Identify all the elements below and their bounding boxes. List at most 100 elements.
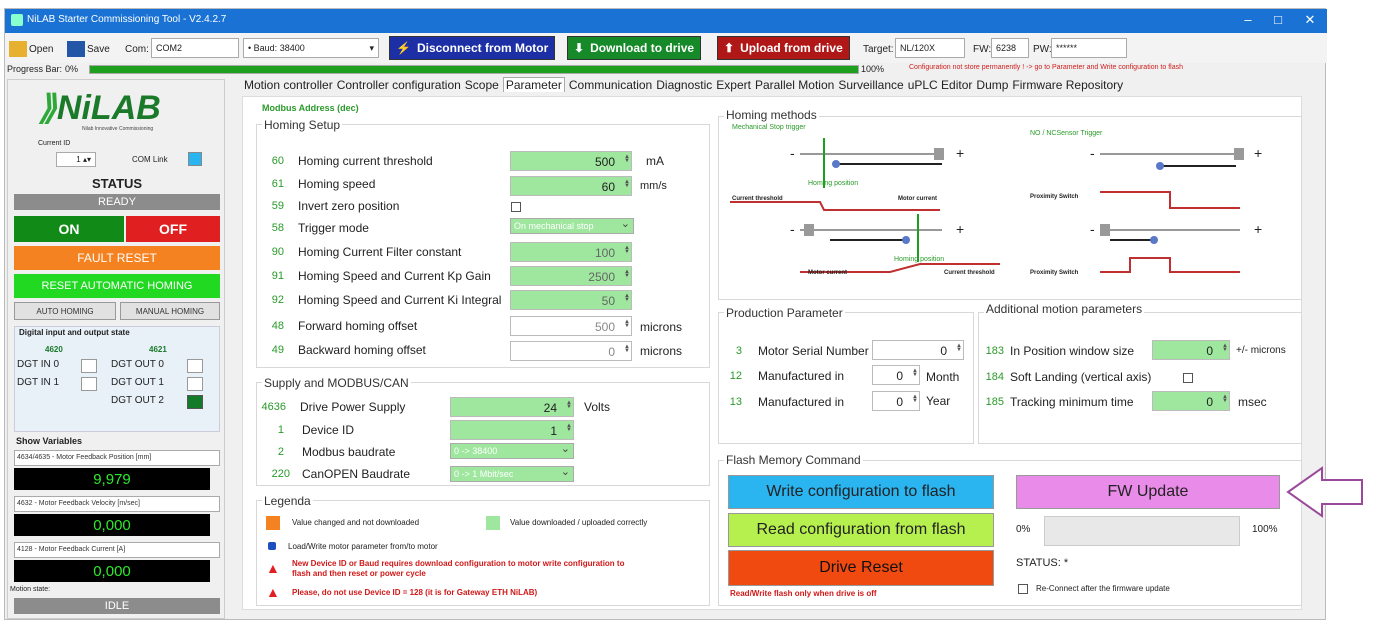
target-field[interactable]: NL/120X (895, 38, 965, 58)
svg-text:-: - (790, 145, 795, 161)
write-flash-button[interactable]: Write configuration to flash (728, 475, 994, 509)
fw-field[interactable]: 6238 (991, 38, 1029, 58)
current-id-stepper[interactable]: 1 ▴▾ (56, 152, 96, 167)
fault-reset-button[interactable]: FAULT RESET (14, 246, 220, 270)
current-filter-input[interactable]: 100 (510, 242, 632, 262)
plug-icon: ⚡ (396, 41, 411, 55)
var2-select[interactable]: 4632 - Motor Feedback Velocity [m/sec] (14, 496, 220, 512)
drive-power-supply-input[interactable]: 24 (450, 397, 574, 417)
auto-homing-button[interactable]: AUTO HOMING (14, 302, 116, 320)
tab-firmware-repository[interactable]: Firmware Repository (1012, 78, 1123, 92)
config-warning: Configuration not store permanently ! ->… (909, 64, 1183, 71)
homing-speed-input[interactable]: 60 (510, 176, 632, 196)
baud-select[interactable]: • Baud: 38400 ▾ (243, 38, 379, 58)
var1-display: 9,979 (14, 468, 210, 490)
manual-homing-button[interactable]: MANUAL HOMING (120, 302, 220, 320)
maximize-icon[interactable]: □ (1263, 12, 1293, 27)
dio-panel: Digital input and output state 4620 4621… (14, 326, 220, 432)
com-select[interactable]: COM2 (151, 38, 239, 58)
main-tabs: Motion controller Controller configuratio… (244, 77, 1127, 96)
download-icon: ⬇ (574, 41, 585, 55)
download-button[interactable]: ⬇ Download to drive (567, 36, 702, 60)
com-label: Com: (125, 43, 149, 55)
folder-icon (9, 41, 27, 57)
arrow-left-icon (1286, 466, 1363, 518)
homing-current-threshold-input[interactable]: 500 (510, 151, 632, 171)
save-button[interactable]: Save (67, 38, 110, 60)
fw-progress-bar (1044, 516, 1240, 546)
fw-update-button[interactable]: FW Update (1016, 475, 1280, 509)
device-id-input[interactable]: 1 (450, 420, 574, 440)
tab-uplc-editor[interactable]: uPLC Editor (908, 78, 973, 92)
soft-landing-checkbox[interactable] (1183, 373, 1193, 383)
read-flash-button[interactable]: Read configuration from flash (728, 513, 994, 547)
upload-button[interactable]: ⬆ Upload from drive (717, 36, 850, 60)
progress-fill (90, 66, 858, 73)
window-title: NiLAB Starter Commissioning Tool - V2.4.… (27, 14, 227, 25)
ki-integral-input[interactable]: 50 (510, 290, 632, 310)
tab-parallel-motion[interactable]: Parallel Motion (755, 78, 834, 92)
tab-diagnostic[interactable]: Diagnostic (656, 78, 712, 92)
com-link-indicator (188, 152, 202, 166)
chevron-down-icon: ▾ (369, 42, 374, 53)
backward-offset-input[interactable]: 0 (510, 341, 632, 361)
on-button[interactable]: ON (14, 216, 124, 242)
downloaded-swatch (486, 516, 500, 530)
nilab-logo: ⟫NiLAB (38, 89, 161, 127)
logo-arrows-icon: ⟫ (38, 89, 57, 127)
trigger-mode-select[interactable]: On mechanical stop (510, 217, 634, 234)
svg-text:-: - (1090, 221, 1095, 237)
tab-dump[interactable]: Dump (976, 78, 1008, 92)
progress-bar (89, 65, 859, 74)
pw-field[interactable]: ****** (1051, 38, 1127, 58)
svg-text:+: + (1254, 221, 1262, 237)
forward-offset-input[interactable]: 500 (510, 316, 632, 336)
tab-controller-configuration[interactable]: Controller configuration (337, 78, 461, 92)
tab-expert[interactable]: Expert (716, 78, 751, 92)
var1-select[interactable]: 4634/4635 - Motor Feedback Position [mm] (14, 450, 220, 466)
serial-number-input[interactable]: 0 (872, 340, 964, 360)
disconnect-button[interactable]: ⚡ Disconnect from Motor (389, 36, 556, 60)
kp-gain-input[interactable]: 2500 (510, 266, 632, 286)
month-input[interactable]: 0 (872, 365, 920, 385)
tab-scope[interactable]: Scope (465, 78, 499, 92)
fw-label: FW: (973, 43, 992, 55)
warning-icon: ▲ (266, 584, 280, 600)
var3-select[interactable]: 4128 - Motor Feedback Current [A] (14, 542, 220, 558)
modbus-baudrate-select[interactable]: 0 -> 38400 (450, 442, 574, 459)
progress-area: Progress Bar: 0% 100% Configuration not … (7, 64, 1183, 74)
homing-diagram: - + - + - + - + (730, 138, 1262, 273)
minimize-icon[interactable]: – (1233, 12, 1263, 27)
position-window-input[interactable]: 0 (1152, 340, 1230, 360)
dgt-out1-indicator (187, 377, 203, 391)
year-input[interactable]: 0 (872, 391, 920, 411)
status-ready: READY (14, 194, 220, 210)
canopen-baudrate-select[interactable]: 0 -> 1 Mbit/sec (450, 465, 574, 482)
reset-homing-button[interactable]: RESET AUTOMATIC HOMING (14, 274, 220, 298)
tab-communication[interactable]: Communication (569, 78, 652, 92)
svg-text:+: + (956, 145, 964, 161)
motion-state: IDLE (14, 598, 220, 614)
invert-zero-checkbox[interactable] (511, 202, 521, 212)
reconnect-checkbox[interactable] (1018, 584, 1028, 594)
upload-icon: ⬆ (724, 41, 735, 55)
svg-text:+: + (956, 221, 964, 237)
title-bar: NiLAB Starter Commissioning Tool - V2.4.… (5, 9, 1327, 33)
close-icon[interactable]: ✕ (1295, 12, 1325, 28)
changed-swatch (266, 516, 280, 530)
off-button[interactable]: OFF (126, 216, 220, 242)
modbus-address-label: Modbus Address (dec) (262, 103, 359, 113)
pw-label: PW: (1033, 43, 1052, 55)
open-button[interactable]: Open (9, 38, 53, 60)
drive-reset-button[interactable]: Drive Reset (728, 550, 994, 586)
floppy-icon (67, 41, 85, 57)
tab-surveillance[interactable]: Surveillance (838, 78, 903, 92)
tracking-time-input[interactable]: 0 (1152, 391, 1230, 411)
svg-text:-: - (790, 221, 795, 237)
tab-parameter[interactable]: Parameter (502, 77, 565, 92)
tab-motion-controller[interactable]: Motion controller (244, 78, 333, 92)
dgt-out2-indicator (187, 395, 203, 409)
dgt-in1-indicator (81, 377, 97, 391)
target-label: Target: (863, 43, 894, 55)
var2-display: 0,000 (14, 514, 210, 536)
